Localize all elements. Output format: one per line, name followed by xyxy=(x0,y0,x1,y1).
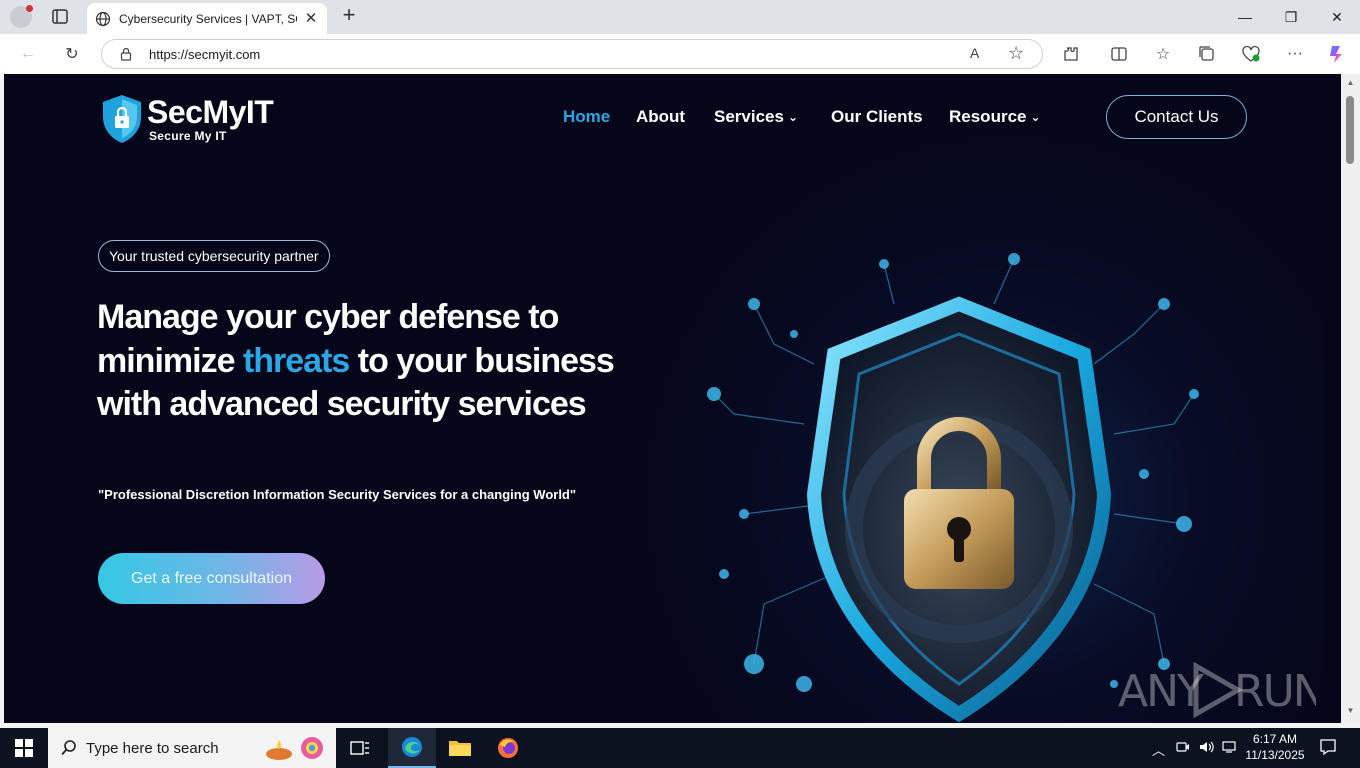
vertical-scrollbar[interactable]: ▲ ▼ xyxy=(1341,74,1360,723)
scrollbar-thumb[interactable] xyxy=(1346,96,1354,164)
logo-name: SecMyIT xyxy=(147,94,274,130)
clock-date: 11/13/2025 xyxy=(1245,748,1305,762)
tab-title: Cybersecurity Services | VAPT, SOC xyxy=(119,11,297,26)
browser-essentials-icon[interactable] xyxy=(1240,43,1262,65)
show-hidden-icons-icon[interactable]: ︿ xyxy=(1152,740,1165,759)
headline-highlight: threats xyxy=(242,341,350,380)
favorite-star-icon[interactable]: ☆ xyxy=(1008,43,1024,64)
read-aloud-icon[interactable]: A xyxy=(970,45,979,61)
profile-icon[interactable] xyxy=(10,5,33,28)
nav-services[interactable]: Services ⌄ xyxy=(714,107,798,127)
refresh-icon[interactable]: ↻ xyxy=(61,43,83,65)
partner-badge: Your trusted cybersecurity partner xyxy=(98,240,330,272)
svg-text:RUN: RUN xyxy=(1234,666,1316,717)
meet-now-icon[interactable] xyxy=(1176,740,1190,757)
chevron-down-icon: ⌄ xyxy=(1030,110,1041,124)
close-tab-icon[interactable]: ✕ xyxy=(303,10,319,27)
chevron-down-icon: ⌄ xyxy=(787,110,799,124)
hero-headline: Manage your cyber defense to minimize th… xyxy=(97,296,617,427)
search-icon xyxy=(61,740,76,756)
url-text: https://secmyit.com xyxy=(149,47,261,62)
extensions-icon[interactable] xyxy=(1060,43,1082,65)
site-logo[interactable]: SecMyIT Secure My IT xyxy=(100,92,280,146)
firefox-icon[interactable] xyxy=(484,728,532,768)
tab-actions-icon[interactable] xyxy=(48,7,72,27)
search-placeholder: Type here to search xyxy=(86,739,219,757)
scroll-down-icon[interactable]: ▼ xyxy=(1345,706,1356,716)
browser-toolbar: ← ↻ https://secmyit.com A ☆ ☆ ··· xyxy=(0,34,1360,74)
copilot-icon[interactable] xyxy=(1326,43,1348,65)
split-screen-icon[interactable] xyxy=(1108,43,1130,65)
anyrun-watermark-logo: ANY RUN xyxy=(1118,661,1316,718)
windows-start-icon[interactable] xyxy=(0,728,48,768)
volume-icon[interactable] xyxy=(1199,740,1215,757)
free-consultation-button[interactable]: Get a free consultation xyxy=(98,553,325,604)
taskbar-search-box[interactable]: Type here to search xyxy=(48,728,336,768)
nav-about[interactable]: About xyxy=(636,107,685,127)
lock-icon xyxy=(120,47,132,61)
contact-us-button[interactable]: Contact Us xyxy=(1106,95,1247,139)
back-arrow-icon[interactable]: ← xyxy=(17,43,39,65)
network-icon[interactable] xyxy=(1222,740,1238,757)
nav-home[interactable]: Home xyxy=(563,107,610,127)
scroll-up-icon[interactable]: ▲ xyxy=(1345,78,1356,88)
browser-tab[interactable]: Cybersecurity Services | VAPT, SOC ✕ xyxy=(87,3,327,34)
web-page: SecMyIT Secure My IT Home About Services… xyxy=(4,74,1341,723)
shield-padlock-illustration xyxy=(707,253,1199,723)
new-tab-button[interactable]: + xyxy=(338,4,360,27)
browser-tab-bar: Cybersecurity Services | VAPT, SOC ✕ + —… xyxy=(0,0,1360,34)
diwali-lamp-icon xyxy=(266,737,323,760)
nav-our-clients[interactable]: Our Clients xyxy=(831,107,923,127)
system-clock[interactable]: 6:17 AM 11/13/2025 xyxy=(1240,731,1310,763)
minimize-button[interactable]: — xyxy=(1222,0,1268,34)
favorites-icon[interactable]: ☆ xyxy=(1152,43,1174,65)
logo-tagline: Secure My IT xyxy=(149,129,227,143)
nav-resource-label: Resource xyxy=(949,107,1027,126)
shield-lock-logo-icon xyxy=(103,95,141,143)
svg-text:ANY: ANY xyxy=(1118,666,1204,717)
restore-button[interactable]: ❐ xyxy=(1268,0,1314,34)
address-bar[interactable]: https://secmyit.com A ☆ xyxy=(101,39,1043,69)
nav-resource[interactable]: Resource ⌄ xyxy=(949,107,1041,127)
nav-services-label: Services xyxy=(714,107,784,126)
edge-taskbar-icon[interactable] xyxy=(388,728,436,768)
collections-icon[interactable] xyxy=(1196,43,1218,65)
file-explorer-icon[interactable] xyxy=(436,728,484,768)
clock-time: 6:17 AM xyxy=(1252,732,1298,746)
close-window-button[interactable]: ✕ xyxy=(1314,0,1360,34)
desktop: Cybersecurity Services | VAPT, SOC ✕ + —… xyxy=(0,0,1360,768)
notifications-icon[interactable] xyxy=(1319,738,1337,759)
task-view-icon[interactable] xyxy=(336,728,384,768)
hero-tagline: "Professional Discretion Information Sec… xyxy=(98,487,577,502)
globe-icon xyxy=(95,11,111,26)
windows-taskbar: Type here to search ︿ 6:17 AM 11/13/2025 xyxy=(0,728,1360,768)
more-menu-icon[interactable]: ··· xyxy=(1284,43,1306,65)
